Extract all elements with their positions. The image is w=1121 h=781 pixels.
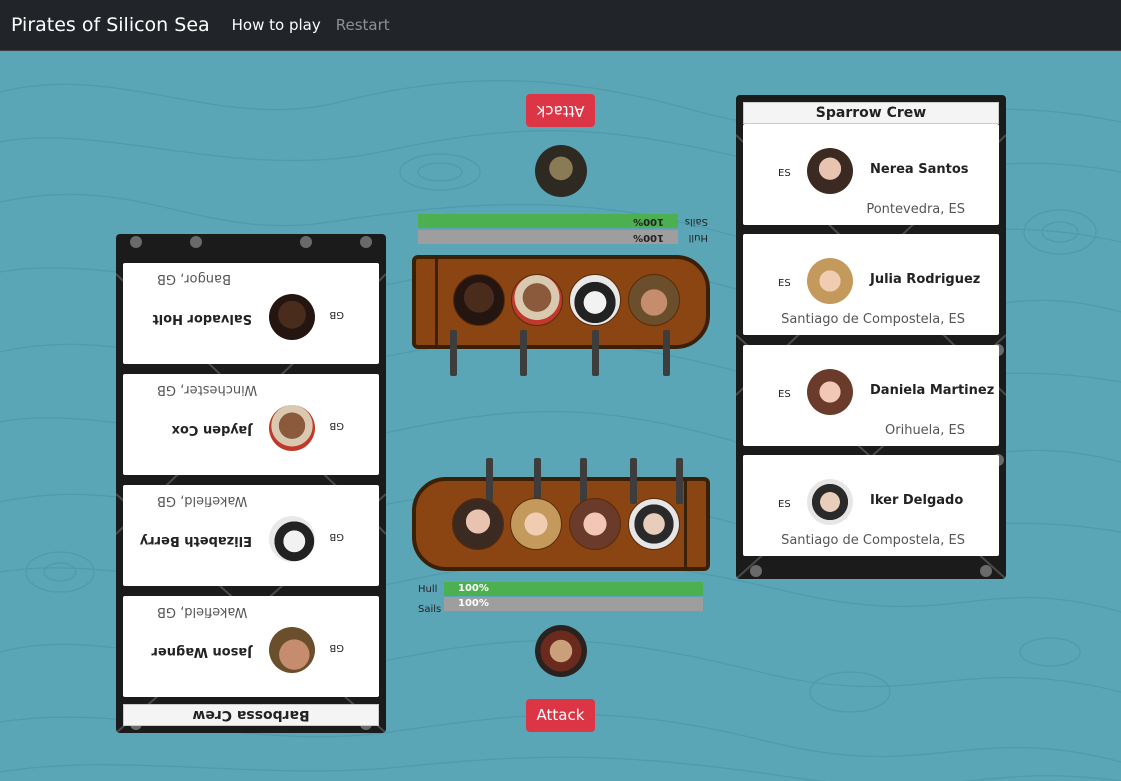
player-captain-avatar bbox=[535, 625, 587, 677]
country-code: ES bbox=[778, 499, 791, 510]
oar bbox=[676, 458, 683, 504]
crew-location: Orihuela, ES bbox=[885, 423, 965, 438]
oar bbox=[450, 330, 457, 376]
crew-avatar bbox=[269, 627, 315, 673]
opponent-sails-value: 100% bbox=[418, 214, 678, 228]
crew-card[interactable]: GB Elizabeth Berry Wakefield, GB bbox=[123, 485, 379, 586]
crew-name: Daniela Martinez bbox=[870, 383, 995, 398]
crew-avatar bbox=[807, 258, 853, 304]
oar bbox=[520, 330, 527, 376]
opponent-sails-label: Sails bbox=[684, 216, 708, 227]
player-sails-bar: 100% bbox=[444, 597, 703, 611]
crew-name: Jayden Cox bbox=[171, 422, 252, 437]
player-sails-value: 100% bbox=[444, 597, 703, 611]
player-attack-button[interactable]: Attack bbox=[526, 699, 595, 732]
how-to-play-link[interactable]: How to play bbox=[232, 16, 321, 34]
crew-card[interactable]: ES Nerea Santos Pontevedra, ES bbox=[743, 124, 999, 225]
oar bbox=[663, 330, 670, 376]
crew-location: Bangor, GB bbox=[157, 271, 231, 286]
country-code: ES bbox=[778, 389, 791, 400]
crew-avatar bbox=[807, 479, 853, 525]
oar bbox=[580, 458, 587, 504]
country-code: GB bbox=[329, 531, 344, 542]
crew-avatar bbox=[269, 405, 315, 451]
crew-avatar bbox=[807, 369, 853, 415]
opponent-ship bbox=[412, 255, 710, 376]
opponent-attack-button[interactable]: Attack bbox=[526, 94, 595, 127]
crew-location: Wakefield, GB bbox=[157, 604, 248, 619]
opponent-captain-avatar bbox=[535, 145, 587, 197]
crew-name: Jason Wagner bbox=[151, 644, 253, 659]
crew-name: Nerea Santos bbox=[870, 162, 969, 177]
crew-location: Pontevedra, ES bbox=[866, 202, 965, 217]
ship-crew-avatar bbox=[510, 498, 562, 550]
crew-card[interactable]: ES Julia Rodriguez Santiago de Compostel… bbox=[743, 234, 999, 335]
ship-crew-avatar bbox=[628, 498, 680, 550]
oar bbox=[592, 330, 599, 376]
crew-card[interactable]: ES Iker Delgado Santiago de Compostela, … bbox=[743, 455, 999, 556]
opponent-status-bars: 100% Hull 100% Sails bbox=[418, 212, 708, 244]
oar bbox=[630, 458, 637, 504]
crew-name: Elizabeth Berry bbox=[139, 533, 252, 548]
ship-crew-avatar bbox=[452, 498, 504, 550]
player-hull-bar: 100% bbox=[444, 582, 703, 596]
opponent-hull-label: Hull bbox=[688, 232, 708, 243]
crew-name: Iker Delgado bbox=[870, 493, 964, 508]
player-sails-label: Sails bbox=[418, 604, 442, 615]
crew-location: Santiago de Compostela, ES bbox=[781, 312, 965, 327]
country-code: ES bbox=[778, 278, 791, 289]
player-hull-value: 100% bbox=[444, 582, 703, 596]
oar bbox=[486, 458, 493, 504]
ship-crew-avatar bbox=[628, 274, 680, 326]
crew-card[interactable]: ES Daniela Martinez Orihuela, ES bbox=[743, 345, 999, 446]
crew-location: Winchester, GB bbox=[157, 382, 258, 397]
crew-location: Santiago de Compostela, ES bbox=[781, 533, 965, 548]
player-crew-panel: Sparrow Crew ES Nerea Santos Pontevedra,… bbox=[736, 95, 1006, 579]
opponent-crew-panel: Barbossa Crew GB Jason Wagner Wakefield,… bbox=[116, 234, 386, 733]
country-code: GB bbox=[329, 309, 344, 320]
crew-avatar bbox=[269, 516, 315, 562]
opponent-hull-value: 100% bbox=[418, 230, 678, 244]
crew-avatar bbox=[269, 294, 315, 340]
player-ship bbox=[412, 458, 710, 571]
crew-name: Salvador Holt bbox=[152, 311, 253, 326]
opponent-crew-flipped: Barbossa Crew GB Jason Wagner Wakefield,… bbox=[116, 234, 386, 733]
ship-crew-avatar bbox=[569, 274, 621, 326]
ship-crew-avatar bbox=[453, 274, 505, 326]
country-code: GB bbox=[329, 420, 344, 431]
crew-name: Julia Rodriguez bbox=[870, 272, 981, 287]
opponent-sails-bar: 100% bbox=[418, 214, 678, 228]
crew-title: Sparrow Crew bbox=[743, 102, 999, 124]
app-title[interactable]: Pirates of Silicon Sea bbox=[11, 14, 210, 36]
crew-card[interactable]: GB Jason Wagner Wakefield, GB bbox=[123, 596, 379, 697]
crew-location: Wakefield, GB bbox=[157, 493, 248, 508]
ship-crew-avatar bbox=[569, 498, 621, 550]
crew-title: Barbossa Crew bbox=[123, 704, 379, 726]
crew-avatar bbox=[807, 148, 853, 194]
ship-crew-avatar bbox=[511, 274, 563, 326]
crew-card[interactable]: GB Salvador Holt Bangor, GB bbox=[123, 263, 379, 364]
sea-board: Barbossa Crew GB Jason Wagner Wakefield,… bbox=[0, 52, 1121, 781]
crew-card[interactable]: GB Jayden Cox Winchester, GB bbox=[123, 374, 379, 475]
opponent-hull-bar: 100% bbox=[418, 230, 678, 244]
top-navbar: Pirates of Silicon Sea How to play Resta… bbox=[0, 0, 1121, 51]
player-hull-label: Hull bbox=[418, 584, 438, 595]
ship-stern bbox=[684, 477, 710, 571]
country-code: GB bbox=[329, 642, 344, 653]
restart-link[interactable]: Restart bbox=[336, 16, 390, 34]
ship-stern bbox=[412, 255, 438, 349]
country-code: ES bbox=[778, 168, 791, 179]
